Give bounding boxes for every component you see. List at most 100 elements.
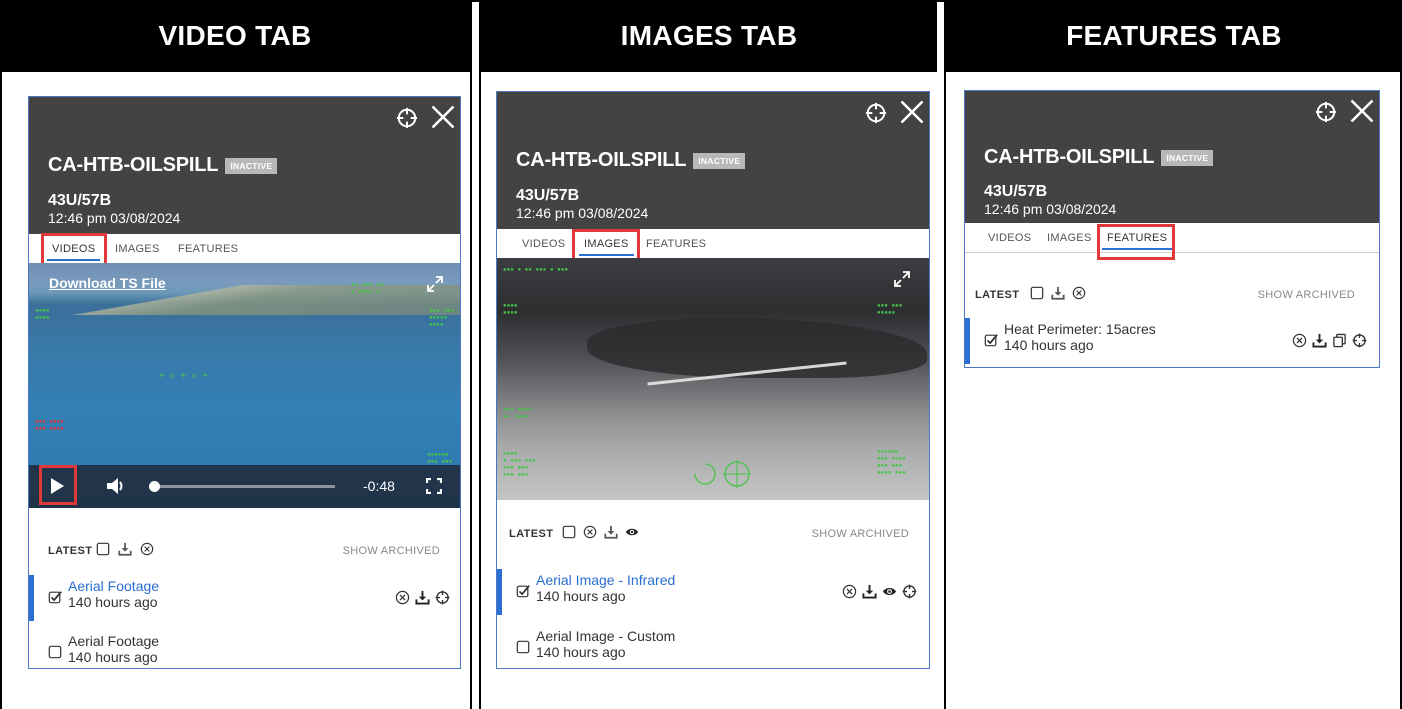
reticle-icon: [694, 460, 751, 488]
download-icon[interactable]: [862, 584, 877, 599]
item-actions: [842, 584, 917, 599]
list-item[interactable]: Aerial Image - Infrared 140 hours ago: [497, 569, 929, 615]
hud-overlay: ▪▪▪▪▪▪ ▪▪▪ ▪▪▪: [427, 451, 453, 465]
item-age: 140 hours ago: [536, 644, 626, 660]
download-icon[interactable]: [118, 542, 132, 556]
item-name[interactable]: Heat Perimeter: 15acres: [1004, 321, 1156, 337]
checked-checkbox-icon[interactable]: [516, 584, 530, 598]
list-item[interactable]: Aerial Footage 140 hours ago: [29, 575, 460, 621]
images-tab-header: IMAGES TAB: [481, 0, 937, 72]
progress-handle[interactable]: [149, 481, 160, 492]
panel-header: CA-HTB-OILSPILL INACTIVE 43U/57B 12:46 pm…: [965, 91, 1379, 223]
list-toolbar: LATEST SHOW ARCHIVED: [965, 283, 1379, 313]
hud-overlay: ▪▪▪ ▪▪▪▪ ▪▪ ▪▪▪▪: [503, 406, 532, 420]
hud-overlay: ▪▪ ▪▪▪ ▪▪ ▪ ▪▪▪▪ ▪: [351, 281, 384, 295]
target-icon[interactable]: [1315, 101, 1337, 123]
panel-header: CA-HTB-OILSPILL INACTIVE 43U/57B 12:46 pm…: [29, 97, 460, 234]
status-badge: INACTIVE: [693, 152, 746, 169]
item-name[interactable]: Aerial Image - Custom: [536, 628, 675, 644]
eye-icon[interactable]: [625, 525, 639, 539]
fullscreen-icon[interactable]: [426, 478, 442, 494]
target-icon[interactable]: [865, 102, 887, 124]
hud-overlay: ▪▪▪▪▪▪ ▪▪▪ ▪▪▪▪ ▪▪▪ ▪▪▪ ▪▪▪▪ ▪▪▪: [877, 448, 906, 476]
tab-videos[interactable]: VIDEOS: [522, 238, 565, 250]
latest-label: LATEST: [509, 528, 554, 540]
download-icon[interactable]: [604, 525, 618, 539]
remove-icon[interactable]: [1292, 333, 1307, 348]
hud-overlay: ▪▪▪ ▪▪▪▪ ▪▪▪ ▪▪▪▪: [35, 418, 64, 432]
item-name[interactable]: Aerial Image - Infrared: [536, 572, 675, 588]
list-item[interactable]: Heat Perimeter: 15acres 140 hours ago: [965, 318, 1379, 366]
download-icon[interactable]: [1051, 286, 1065, 300]
item-age: 140 hours ago: [68, 649, 158, 665]
target-icon[interactable]: [1352, 333, 1367, 348]
target-icon[interactable]: [902, 584, 917, 599]
hud-overlay: ▪▪▪ ▪▪▪ ▪▪▪▪▪: [877, 302, 903, 316]
video-controls: -0:48: [29, 465, 460, 508]
incident-title: CA-HTB-OILSPILL INACTIVE: [984, 146, 1214, 169]
close-icon[interactable]: [429, 103, 457, 131]
tab-videos[interactable]: VIDEOS: [988, 232, 1031, 244]
close-icon[interactable]: [1348, 97, 1376, 125]
tab-features[interactable]: FEATURES: [646, 238, 706, 250]
progress-track[interactable]: [153, 485, 335, 488]
remove-icon[interactable]: [1072, 286, 1086, 300]
item-age: 140 hours ago: [1004, 337, 1094, 353]
item-actions: [395, 590, 450, 605]
hud-overlay: ▪▪▪▪ ▪ ▪▪▪ ▪▪▪ ▪▪▪ ▪▪▪ ▪▪▪ ▪▪▪: [503, 450, 536, 478]
checkbox-icon[interactable]: [562, 525, 576, 539]
checked-checkbox-icon[interactable]: [984, 333, 998, 347]
oil-slick-area: [587, 318, 927, 378]
checkbox-icon[interactable]: [516, 640, 530, 654]
timestamp: 12:46 pm 03/08/2024: [48, 210, 181, 226]
column-divider: [944, 0, 946, 709]
latest-label: LATEST: [975, 289, 1020, 301]
show-archived-button[interactable]: SHOW ARCHIVED: [1258, 289, 1355, 301]
target-icon[interactable]: [396, 107, 418, 129]
status-badge: INACTIVE: [1161, 149, 1214, 166]
latest-label: LATEST: [48, 545, 93, 557]
column-divider: [479, 0, 481, 709]
download-ts-link[interactable]: Download TS File: [49, 275, 166, 291]
highlight-box: [1097, 224, 1175, 260]
download-icon[interactable]: [1312, 333, 1327, 348]
features-tab-header: FEATURES TAB: [946, 0, 1402, 72]
item-name[interactable]: Aerial Footage: [68, 578, 159, 594]
checkbox-icon[interactable]: [96, 542, 110, 556]
list-toolbar: LATEST SHOW ARCHIVED: [29, 539, 460, 569]
hud-overlay: ▪▪▪▪ ▪▪▪▪: [503, 302, 518, 316]
copy-icon[interactable]: [1332, 333, 1347, 348]
expand-icon[interactable]: [893, 270, 911, 288]
incident-name: CA-HTB-OILSPILL: [48, 154, 219, 176]
unit-id: 43U/57B: [984, 183, 1048, 200]
list-item[interactable]: Aerial Footage 140 hours ago: [29, 630, 460, 668]
show-archived-button[interactable]: SHOW ARCHIVED: [812, 528, 909, 540]
eye-icon[interactable]: [882, 584, 897, 599]
close-icon[interactable]: [898, 98, 926, 126]
infrared-image[interactable]: ▪▪▪ ▪ ▪▪ ▪▪▪ ▪ ▪▪▪ ▪▪▪▪ ▪▪▪▪ ▪▪▪ ▪▪▪ ▪▪▪▪▪…: [497, 258, 929, 500]
incident-name: CA-HTB-OILSPILL: [516, 149, 687, 171]
target-icon[interactable]: [435, 590, 450, 605]
checked-checkbox-icon[interactable]: [48, 590, 62, 604]
remove-icon[interactable]: [842, 584, 857, 599]
remove-icon[interactable]: [140, 542, 154, 556]
video-panel: CA-HTB-OILSPILL INACTIVE 43U/57B 12:46 pm…: [28, 96, 461, 669]
tab-images[interactable]: IMAGES: [115, 243, 160, 255]
remove-icon[interactable]: [395, 590, 410, 605]
tab-features[interactable]: FEATURES: [178, 243, 238, 255]
column-divider: [470, 0, 472, 709]
incident-name: CA-HTB-OILSPILL: [984, 146, 1155, 168]
remove-icon[interactable]: [583, 525, 597, 539]
status-badge: INACTIVE: [225, 157, 278, 174]
checkbox-icon[interactable]: [48, 645, 62, 659]
expand-icon[interactable]: [426, 275, 444, 293]
checkbox-icon[interactable]: [1030, 286, 1044, 300]
list-item[interactable]: Aerial Image - Custom 140 hours ago: [497, 625, 929, 668]
download-icon[interactable]: [415, 590, 430, 605]
item-name[interactable]: Aerial Footage: [68, 633, 159, 649]
features-panel: CA-HTB-OILSPILL INACTIVE 43U/57B 12:46 pm…: [964, 90, 1380, 368]
show-archived-button[interactable]: SHOW ARCHIVED: [343, 545, 440, 557]
panel-tabs: VIDEOS IMAGES FEATURES: [497, 229, 929, 259]
tab-images[interactable]: IMAGES: [1047, 232, 1092, 244]
volume-icon[interactable]: [106, 476, 128, 496]
